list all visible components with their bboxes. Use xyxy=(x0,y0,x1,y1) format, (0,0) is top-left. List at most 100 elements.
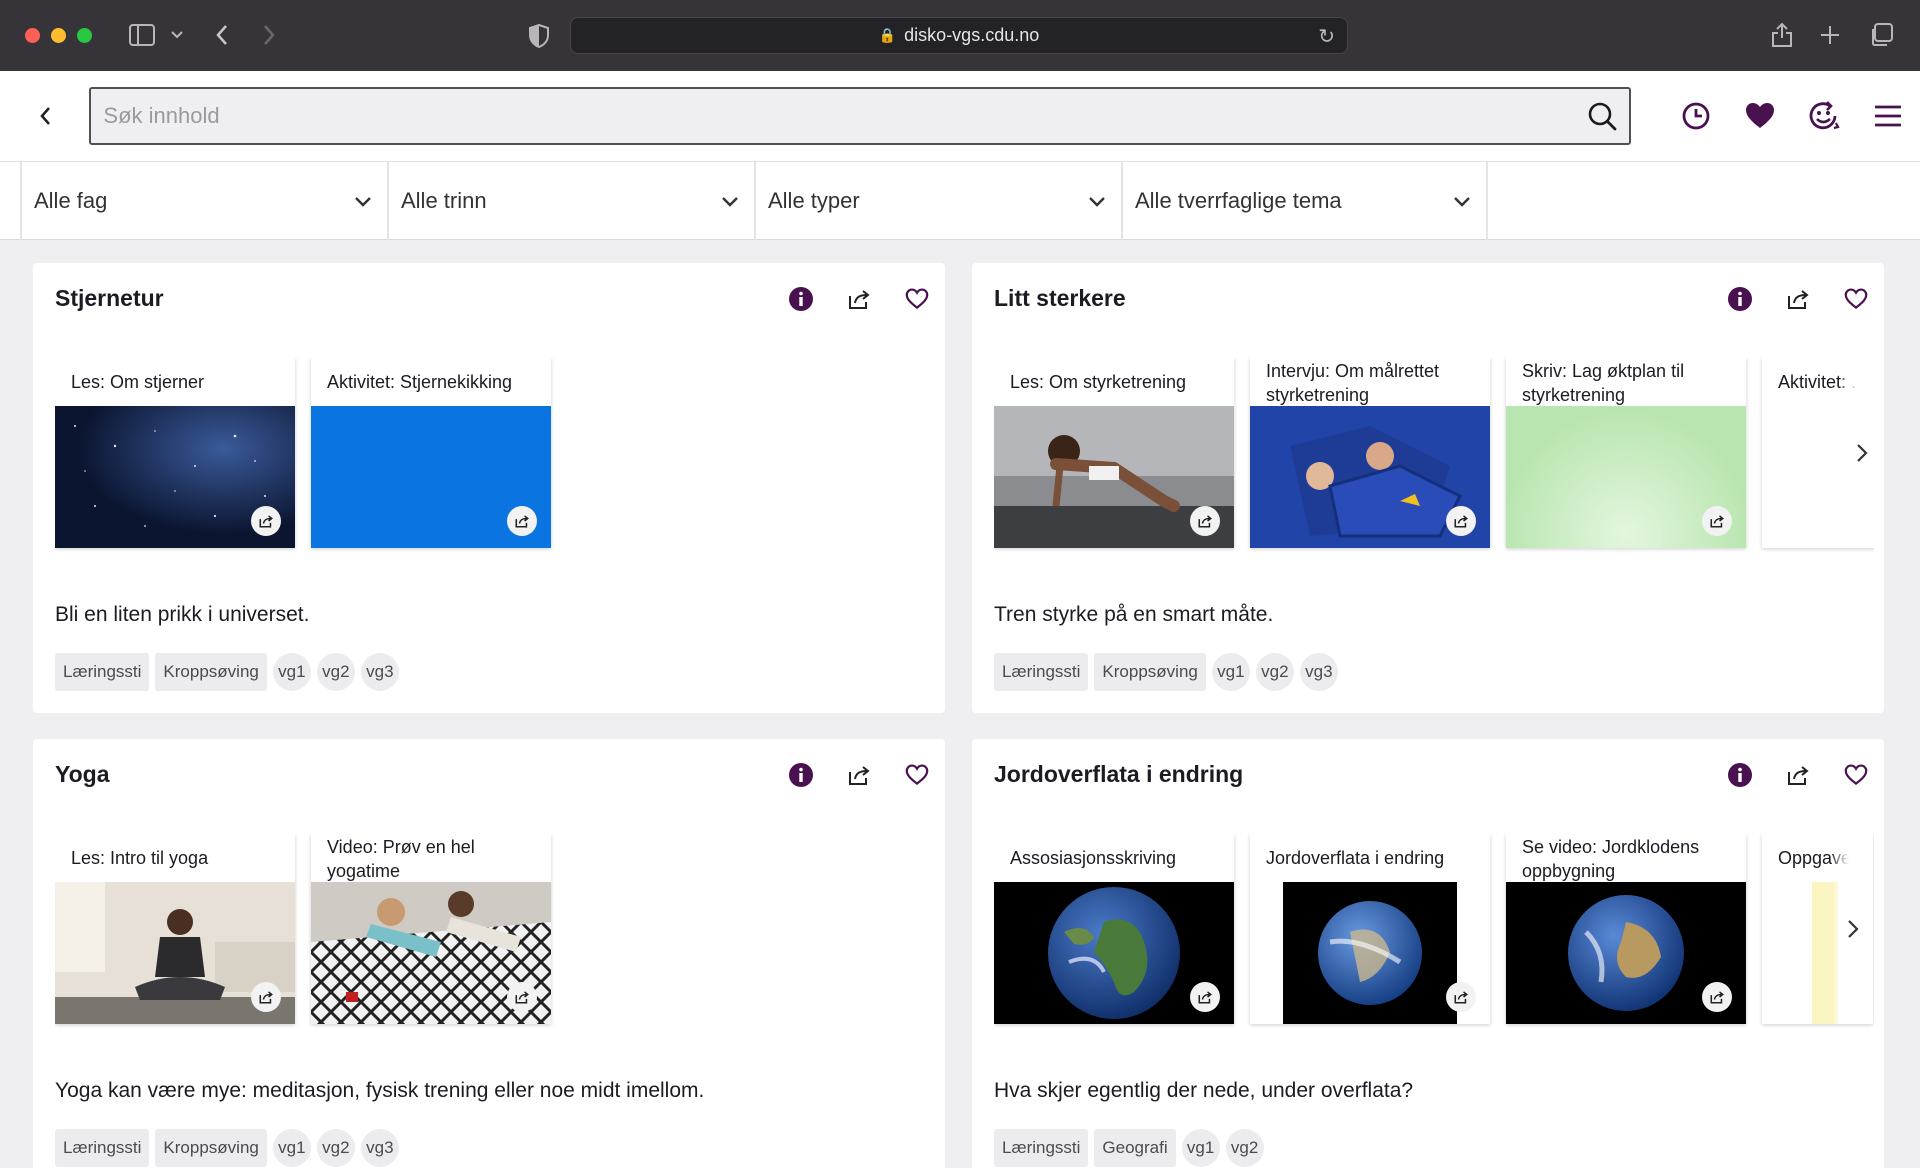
back-nav-icon[interactable] xyxy=(215,24,229,46)
resource-tile[interactable]: Se video: Jordklodens oppbygning xyxy=(1506,834,1746,1024)
resource-tile[interactable]: Les: Om styrketrening xyxy=(994,358,1234,548)
favorite-button[interactable] xyxy=(903,285,931,313)
carousel-next-button[interactable] xyxy=(1842,358,1874,548)
header-actions xyxy=(1664,84,1920,148)
chevron-down-icon xyxy=(355,197,371,207)
info-icon xyxy=(789,763,813,787)
window-controls xyxy=(25,28,92,43)
favorite-button[interactable] xyxy=(1842,285,1870,313)
share-icon xyxy=(259,991,273,1004)
favorites-button[interactable] xyxy=(1728,84,1792,148)
tile-label: Skriv: Lag øktplan til styrketrening xyxy=(1522,361,1685,405)
tile-label: Aktivitet: Stjernekikking xyxy=(327,372,513,392)
tile-share-button[interactable] xyxy=(1702,506,1732,536)
card-actions xyxy=(1726,285,1870,313)
privacy-shield-icon[interactable] xyxy=(529,24,549,48)
tag: Kroppsøving xyxy=(155,1129,267,1167)
tile-share-button[interactable] xyxy=(507,506,537,536)
chevron-right-icon xyxy=(1857,444,1868,462)
info-button[interactable] xyxy=(1726,761,1754,789)
tab-overview-icon[interactable] xyxy=(1869,23,1893,47)
share-icon xyxy=(515,515,529,528)
heart-outline-icon xyxy=(1844,288,1868,310)
resource-tile[interactable]: Aktivitet: ... xyxy=(1762,358,1874,548)
tile-share-button[interactable] xyxy=(1702,982,1732,1012)
resource-tile[interactable]: Les: Intro til yoga xyxy=(55,834,295,1024)
sidebar-toggle-icon[interactable] xyxy=(129,24,155,46)
tag: vg1 xyxy=(272,1129,311,1167)
tag: vg1 xyxy=(1211,653,1250,691)
reload-icon[interactable]: ↻ xyxy=(1318,24,1335,49)
history-button[interactable] xyxy=(1664,84,1728,148)
learning-path-card[interactable]: Jordoverflata i endring Assosiasjonsskri… xyxy=(972,739,1884,1168)
filter-type[interactable]: Alle typer xyxy=(754,162,1121,240)
share-button[interactable] xyxy=(845,761,873,789)
resource-tile[interactable]: Jordoverflata i endring xyxy=(1250,834,1490,1024)
new-tab-icon[interactable] xyxy=(1820,25,1840,45)
card-title: Litt sterkere xyxy=(994,285,1126,311)
share-icon xyxy=(1710,515,1724,528)
tag: Læringssti xyxy=(994,1129,1089,1167)
chevron-right-icon xyxy=(1848,920,1859,938)
tag-list: Læringssti Kroppsøving vg1 vg2 vg3 xyxy=(55,1129,399,1167)
share-icon xyxy=(1454,515,1468,528)
card-title: Jordoverflata i endring xyxy=(994,761,1244,787)
minimize-window-button[interactable] xyxy=(51,28,66,43)
info-button[interactable] xyxy=(1726,285,1754,313)
favorite-button[interactable] xyxy=(1842,761,1870,789)
favorite-button[interactable] xyxy=(903,761,931,789)
hamburger-menu-icon xyxy=(1875,105,1901,127)
close-window-button[interactable] xyxy=(25,28,40,43)
filter-theme[interactable]: Alle tverrfaglige tema xyxy=(1121,162,1488,240)
back-button[interactable] xyxy=(0,71,89,162)
resource-tile[interactable]: Les: Om stjerner xyxy=(55,358,295,548)
search-input[interactable] xyxy=(91,103,1542,129)
carousel-next-button[interactable] xyxy=(1833,834,1874,1024)
search-box xyxy=(89,87,1631,145)
resource-tile[interactable]: Assosiasjonsskriving xyxy=(994,834,1234,1024)
resource-tile[interactable]: Video: Prøv en hel yogatime xyxy=(311,834,551,1024)
info-button[interactable] xyxy=(787,761,815,789)
share-button[interactable] xyxy=(845,285,873,313)
tag-list: Læringssti Geografi vg1 vg2 xyxy=(994,1129,1264,1167)
learning-path-card[interactable]: Yoga Les: Intro til yoga Video: Prøv en … xyxy=(33,739,945,1168)
learning-path-card[interactable]: Litt sterkere Les: Om styrketrening Inte… xyxy=(972,263,1884,713)
learning-path-card[interactable]: Stjernetur Les: Om stjerner Aktivitet: S… xyxy=(33,263,945,713)
tag: Kroppsøving xyxy=(155,653,267,691)
share-button[interactable] xyxy=(1784,285,1812,313)
filter-grade[interactable]: Alle trinn xyxy=(387,162,754,240)
forward-nav-icon[interactable] xyxy=(262,24,276,46)
resource-tile[interactable]: Skriv: Lag øktplan til styrketrening xyxy=(1506,358,1746,548)
info-button[interactable] xyxy=(787,285,815,313)
address-bar[interactable]: 🔒 disko-vgs.cdu.no ↻ xyxy=(570,17,1348,54)
filter-subject[interactable]: Alle fag xyxy=(20,162,387,240)
share-icon xyxy=(515,991,529,1004)
menu-button[interactable] xyxy=(1856,84,1920,148)
share-icon xyxy=(1788,766,1809,785)
url-text: disko-vgs.cdu.no xyxy=(904,25,1040,45)
resource-tile[interactable]: Intervju: Om målrettet styrketrening xyxy=(1250,358,1490,548)
resource-tile[interactable]: Oppgaver xyxy=(1762,834,1874,1024)
zoom-window-button[interactable] xyxy=(77,28,92,43)
tile-share-button[interactable] xyxy=(1190,982,1220,1012)
filter-bar: Alle fag Alle trinn Alle typer Alle tver… xyxy=(0,162,1920,240)
share-icon xyxy=(259,515,273,528)
tile-share-button[interactable] xyxy=(1446,982,1476,1012)
tile-share-button[interactable] xyxy=(251,506,281,536)
resource-tile[interactable]: Aktivitet: Stjernekikking xyxy=(311,358,551,548)
profile-button[interactable] xyxy=(1792,84,1856,148)
card-actions xyxy=(1726,761,1870,789)
tag-list: Læringssti Kroppsøving vg1 vg2 vg3 xyxy=(55,653,399,691)
tile-share-button[interactable] xyxy=(507,982,537,1012)
search-icon[interactable] xyxy=(1587,101,1617,131)
tag: Kroppsøving xyxy=(1094,653,1206,691)
card-title: Yoga xyxy=(55,761,110,787)
tile-share-button[interactable] xyxy=(251,982,281,1012)
tile-share-button[interactable] xyxy=(1190,506,1220,536)
share-icon[interactable] xyxy=(1771,22,1793,48)
chevron-down-icon[interactable] xyxy=(171,31,183,39)
heart-filled-icon xyxy=(1746,103,1774,128)
tag: vg3 xyxy=(360,653,399,691)
tile-share-button[interactable] xyxy=(1446,506,1476,536)
share-button[interactable] xyxy=(1784,761,1812,789)
